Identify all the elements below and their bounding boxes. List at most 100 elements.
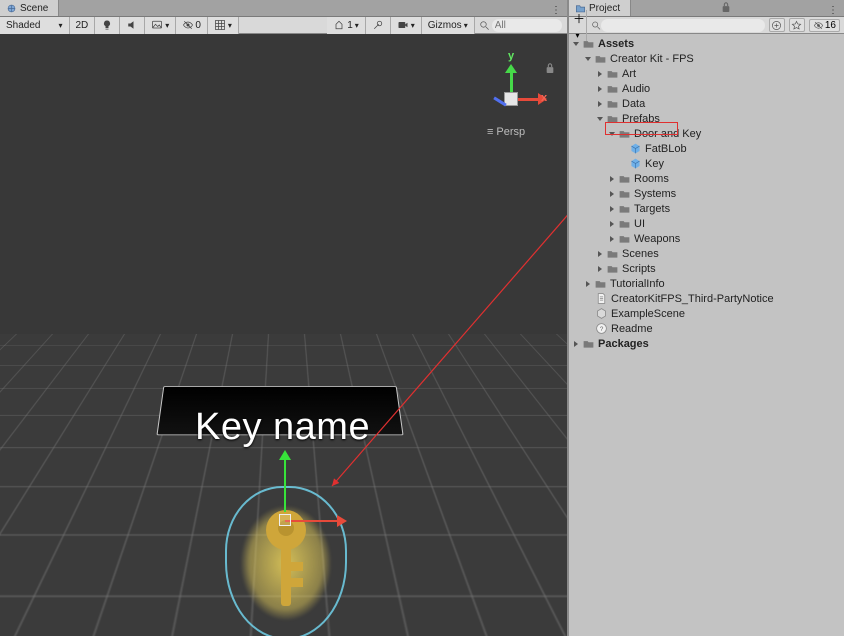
projection-label[interactable]: Persp xyxy=(487,126,525,138)
prefab-key[interactable]: Key xyxy=(569,156,844,171)
twisty-closed-icon[interactable] xyxy=(595,249,605,259)
star-icon xyxy=(791,20,802,31)
folder-art[interactable]: Art xyxy=(569,66,844,81)
twisty-open-icon[interactable] xyxy=(607,129,617,139)
twisty-open-icon[interactable] xyxy=(595,114,605,124)
folder-rooms[interactable]: Rooms xyxy=(569,171,844,186)
scene-tab-label: Scene xyxy=(20,3,48,14)
folder-data[interactable]: Data xyxy=(569,96,844,111)
folder-targets[interactable]: Targets xyxy=(569,201,844,216)
fx-icon xyxy=(151,19,163,31)
folder-icon xyxy=(618,202,631,215)
twisty-closed-icon[interactable] xyxy=(583,279,593,289)
folder-label: Art xyxy=(622,68,636,80)
twisty-closed-icon[interactable] xyxy=(607,234,617,244)
project-search[interactable] xyxy=(591,19,765,32)
gizmo-x-axis[interactable] xyxy=(285,520,341,522)
folder-icon xyxy=(606,82,619,95)
audio-icon xyxy=(126,19,138,31)
twisty-closed-icon[interactable] xyxy=(607,204,617,214)
gizmo-y-head[interactable] xyxy=(279,450,291,460)
file-notice[interactable]: CreatorKitFPS_Third-PartyNotice xyxy=(569,291,844,306)
move-gizmo[interactable] xyxy=(275,452,345,532)
folder-icon xyxy=(618,127,631,140)
project-tabbar: Project ⋮ xyxy=(569,0,844,17)
lock-icon[interactable] xyxy=(545,62,555,74)
scene-panel: Scene ⋮ Shaded ▾ 2D ▾ 0 ▾ xyxy=(0,0,567,636)
scene-search[interactable] xyxy=(475,19,567,32)
toggle-audio-button[interactable] xyxy=(120,17,145,34)
folder-label: Systems xyxy=(634,188,676,200)
project-tree[interactable]: Assets Creator Kit - FPS Art Audio Data xyxy=(569,34,844,636)
prefab-fatblob[interactable]: FatBLob xyxy=(569,141,844,156)
axis-y-head[interactable] xyxy=(505,64,517,73)
file-examplescene[interactable]: ExampleScene xyxy=(569,306,844,321)
svg-text:?: ? xyxy=(600,326,604,333)
folder-icon xyxy=(582,37,595,50)
scene-tab[interactable]: Scene xyxy=(0,0,59,16)
axis-x-label: x xyxy=(541,92,547,104)
toggle-fx-button[interactable]: ▾ xyxy=(145,17,176,34)
folder-prefabs[interactable]: Prefabs xyxy=(569,111,844,126)
tools-button[interactable] xyxy=(366,17,391,34)
camera-preview-button[interactable]: ▾ xyxy=(391,17,422,34)
folder-creator-kit[interactable]: Creator Kit - FPS xyxy=(569,51,844,66)
eye-off-icon xyxy=(182,19,194,31)
scene-search-input[interactable] xyxy=(492,19,562,32)
camera-step: 1 xyxy=(347,20,353,31)
twisty-closed-icon[interactable] xyxy=(571,339,581,349)
toggle-2d-button[interactable]: 2D xyxy=(70,17,96,34)
filter-by-type-button[interactable] xyxy=(769,18,785,32)
filter-icon xyxy=(771,20,782,31)
twisty-closed-icon[interactable] xyxy=(595,69,605,79)
favorite-filter-button[interactable] xyxy=(789,18,805,32)
folder-scenes[interactable]: Scenes xyxy=(569,246,844,261)
gizmo-y-axis[interactable] xyxy=(284,452,286,512)
twisty-open-icon[interactable] xyxy=(583,54,593,64)
folder-audio[interactable]: Audio xyxy=(569,81,844,96)
orientation-gizmo[interactable]: y x Persp xyxy=(481,68,551,158)
gizmos-dropdown[interactable]: Gizmos ▾ xyxy=(422,17,475,34)
folder-icon xyxy=(618,172,631,185)
project-panel: Project ⋮ ＋▾ 16 Assets xyxy=(567,0,844,636)
folder-assets[interactable]: Assets xyxy=(569,36,844,51)
lightbulb-icon xyxy=(101,19,113,31)
readme-icon: ? xyxy=(595,322,608,335)
axis-y[interactable] xyxy=(510,70,513,92)
project-search-input[interactable] xyxy=(601,19,765,32)
twisty-closed-icon[interactable] xyxy=(595,99,605,109)
gizmo-x-head[interactable] xyxy=(337,515,347,527)
hidden-count: 16 xyxy=(825,20,836,31)
camera-preview-icon xyxy=(397,19,409,31)
toggle-lighting-button[interactable] xyxy=(95,17,120,34)
tab-context-icon[interactable]: ⋮ xyxy=(545,5,567,16)
folder-weapons[interactable]: Weapons xyxy=(569,231,844,246)
axis-x[interactable] xyxy=(518,98,540,101)
toggle-visibility-button[interactable]: 0 xyxy=(176,17,208,34)
twisty-closed-icon[interactable] xyxy=(595,84,605,94)
camera-mode-button[interactable]: 1 ▾ xyxy=(327,17,366,34)
item-label: ExampleScene xyxy=(611,308,685,320)
twisty-closed-icon[interactable] xyxy=(607,174,617,184)
twisty-closed-icon[interactable] xyxy=(607,219,617,229)
folder-systems[interactable]: Systems xyxy=(569,186,844,201)
shading-mode-dropdown[interactable]: Shaded ▾ xyxy=(0,17,70,34)
folder-ui[interactable]: UI xyxy=(569,216,844,231)
scene-viewport[interactable]: Key name y x P xyxy=(0,34,567,636)
folder-packages[interactable]: Packages xyxy=(569,336,844,351)
gizmo-center[interactable] xyxy=(279,514,291,526)
folder-door-and-key[interactable]: Door and Key xyxy=(569,126,844,141)
folder-scripts[interactable]: Scripts xyxy=(569,261,844,276)
project-context-icon[interactable]: ⋮ xyxy=(822,5,844,16)
folder-label: TutorialInfo xyxy=(610,278,665,290)
grid-toggle-button[interactable]: ▾ xyxy=(208,17,239,34)
file-readme[interactable]: ?Readme xyxy=(569,321,844,336)
hidden-objects-toggle[interactable]: 16 xyxy=(809,19,840,32)
folder-icon xyxy=(618,217,631,230)
project-lock-icon[interactable] xyxy=(715,1,737,16)
toggle-2d-label: 2D xyxy=(76,20,89,31)
twisty-closed-icon[interactable] xyxy=(595,264,605,274)
folder-tutorialinfo[interactable]: TutorialInfo xyxy=(569,276,844,291)
twisty-closed-icon[interactable] xyxy=(607,189,617,199)
twisty-open-icon[interactable] xyxy=(571,39,581,49)
